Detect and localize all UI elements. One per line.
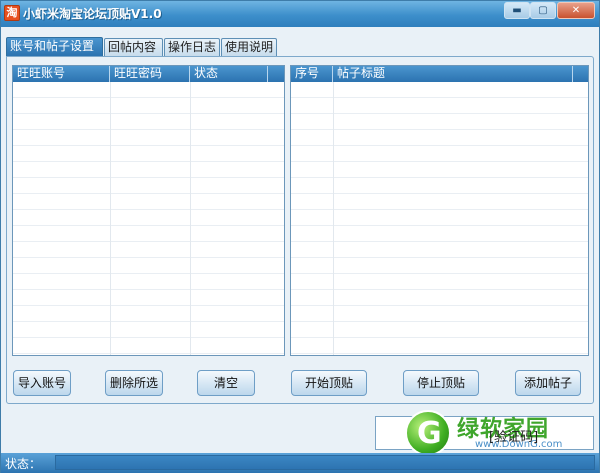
accounts-list[interactable]: 旺旺账号 旺旺密码 状态 — [12, 65, 285, 356]
tab-usage-guide[interactable]: 使用说明 — [221, 38, 277, 56]
close-button[interactable]: ✕ — [557, 2, 595, 19]
minimize-button[interactable]: ▬ — [504, 2, 530, 19]
window-title: 小虾米淘宝论坛顶贴V1.0 — [23, 7, 162, 21]
tab-reply-content[interactable]: 回帖内容 — [104, 38, 163, 56]
column-header-filler — [573, 66, 588, 82]
accounts-list-body[interactable] — [13, 82, 284, 355]
accounts-list-header: 旺旺账号 旺旺密码 状态 — [13, 66, 284, 82]
delete-selected-button[interactable]: 删除所选 — [105, 370, 163, 396]
taobao-app-icon: 淘 — [4, 5, 20, 21]
start-bump-button[interactable]: 开始顶贴 — [291, 370, 367, 396]
column-divider — [333, 82, 334, 355]
column-header-index[interactable]: 序号 — [291, 66, 333, 82]
tab-account-post-settings[interactable]: 账号和帖子设置 — [6, 37, 103, 56]
column-divider — [190, 82, 191, 355]
settings-panel: 旺旺账号 旺旺密码 状态 序号 帖子标题 导入账号 删除所选 清空 开始顶贴 停… — [6, 56, 594, 404]
maximize-button[interactable]: ▢ — [530, 2, 556, 19]
title-bar[interactable]: 淘 小虾米淘宝论坛顶贴V1.0 ▬ ▢ ✕ — [1, 1, 599, 27]
posts-list-header: 序号 帖子标题 — [291, 66, 588, 82]
column-divider — [110, 82, 111, 355]
status-text — [55, 455, 595, 470]
downg-logo-icon: G — [405, 410, 451, 456]
app-window: 淘 小虾米淘宝论坛顶贴V1.0 ▬ ▢ ✕ 账号和帖子设置 回帖内容 操作日志 … — [0, 0, 600, 473]
column-header-status[interactable]: 状态 — [190, 66, 268, 82]
column-header-post-title[interactable]: 帖子标题 — [333, 66, 573, 82]
tab-operation-log[interactable]: 操作日志 — [164, 38, 220, 56]
stop-bump-button[interactable]: 停止顶贴 — [403, 370, 479, 396]
captcha-label: [验证码] — [489, 430, 539, 445]
posts-list[interactable]: 序号 帖子标题 — [290, 65, 589, 356]
posts-list-body[interactable] — [291, 82, 588, 355]
column-header-filler — [268, 66, 284, 82]
column-header-wangwang-password[interactable]: 旺旺密码 — [110, 66, 190, 82]
clear-button[interactable]: 清空 — [197, 370, 255, 396]
column-header-wangwang-account[interactable]: 旺旺账号 — [13, 66, 110, 82]
import-accounts-button[interactable]: 导入账号 — [13, 370, 71, 396]
status-label: 状态： — [5, 457, 42, 471]
status-bar: 状态： — [1, 453, 599, 473]
add-post-button[interactable]: 添加帖子 — [515, 370, 581, 396]
